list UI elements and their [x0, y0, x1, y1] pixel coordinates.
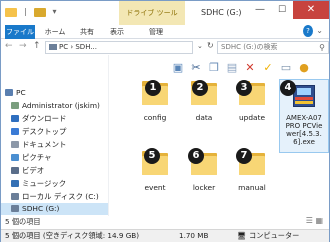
sidebar-item-videos[interactable]: ビデオ [11, 165, 44, 177]
sidebar-item-local-disk[interactable]: ローカル ディスク (C:) [11, 191, 99, 203]
file-name: event [144, 183, 166, 192]
usb-drive-icon [49, 44, 57, 50]
status-summary: 5 個の項目 (空きディスク領域: 14.9 GB) [5, 231, 139, 240]
tab-manage[interactable]: 管理 [137, 25, 175, 39]
callout-badge: 6 [188, 148, 204, 164]
tab-share[interactable]: 共有 [73, 25, 101, 39]
sidebar-item-pc[interactable]: PC [5, 87, 26, 99]
callout-badge: 3 [236, 80, 252, 96]
sidebar-item-pictures[interactable]: ピクチャ [11, 152, 52, 164]
callout-badge: 7 [236, 148, 252, 164]
forward-arrow-icon[interactable]: → [19, 41, 27, 51]
user-folder-icon [11, 102, 19, 109]
separator-icon: | [24, 7, 27, 16]
help-icon[interactable]: ? [303, 25, 313, 37]
download-icon [11, 115, 19, 122]
view-icon[interactable]: ▣ [171, 61, 185, 75]
address-bar-row: ← → ↑ PC › SDH... ⌄ ↻ SDHC (G:)の検索 ⚲ [1, 39, 329, 55]
drive-tools-context-tab[interactable]: ドライブ ツール [119, 1, 185, 25]
search-input[interactable]: SDHC (G:)の検索 ⚲ [217, 41, 329, 54]
computer-icon: 🖥 [237, 231, 247, 240]
chevron-down-icon[interactable]: ⌄ [316, 26, 323, 35]
navigation-pane: PC Administrator (jskim) ダウンロード デスクトップ ド… [1, 55, 109, 216]
address-field[interactable]: PC › SDH... [45, 41, 193, 54]
address-history-icon[interactable]: ⌄ [197, 42, 203, 50]
folder-icon [5, 7, 17, 17]
up-arrow-icon[interactable]: ↑ [33, 41, 41, 51]
sidebar-item-user[interactable]: Administrator (jskim) [11, 100, 100, 112]
close-button[interactable]: ✕ [293, 1, 329, 19]
details-view-icon[interactable]: ☰ [306, 216, 313, 225]
copy-icon[interactable]: ❐ [207, 61, 221, 75]
back-arrow-icon[interactable]: ← [5, 41, 13, 51]
new-folder-icon[interactable] [34, 7, 46, 17]
tab-view[interactable]: 表示 [103, 25, 131, 39]
properties-icon[interactable]: ● [297, 61, 311, 75]
large-icons-view-icon[interactable]: ▦ [315, 216, 323, 225]
video-icon [11, 167, 19, 174]
explorer-window: | ▾ ドライブ ツール SDHC (G:) — ☐ ✕ ファイル ホーム 共有… [0, 0, 330, 242]
file-name: data [195, 113, 213, 122]
file-name: locker [192, 183, 216, 192]
file-name: update [238, 113, 266, 122]
quick-access-toolbar: | ▾ [5, 7, 60, 17]
status-location: コンピューター [249, 231, 300, 240]
tab-file[interactable]: ファイル [5, 25, 35, 39]
title-bar: | ▾ ドライブ ツール SDHC (G:) — ☐ ✕ [1, 1, 329, 25]
pc-icon [5, 89, 13, 96]
file-name: manual [238, 183, 266, 192]
checkmark-icon[interactable]: ✓ [261, 61, 275, 75]
status-size: 1.70 MB [179, 231, 209, 240]
picture-icon [11, 154, 19, 161]
window-title: SDHC (G:) [201, 8, 242, 17]
callout-badge: 4 [280, 80, 296, 96]
sidebar-item-sdhc[interactable]: SDHC (G:) [1, 203, 108, 215]
view-toggle[interactable]: ☰ ▦ [306, 216, 323, 225]
minimize-button[interactable]: — [249, 1, 271, 19]
usb-drive-icon [11, 205, 19, 212]
delete-icon[interactable]: ✕ [243, 61, 257, 75]
item-count: 5 個の項目 [5, 217, 41, 226]
status-bar: 5 個の項目 (空きディスク領域: 14.9 GB) 1.70 MB 🖥 コンピ… [1, 229, 329, 242]
document-icon [11, 141, 19, 148]
desktop-icon [11, 128, 19, 135]
callout-badge: 2 [192, 80, 208, 96]
file-name: AMEX-A07 PRO PCVie wer[4.5.3. 6].exe [285, 114, 323, 146]
hard-drive-icon [11, 193, 19, 200]
address-path: PC › SDH... [59, 43, 98, 51]
sidebar-item-desktop[interactable]: デスクトップ [11, 126, 66, 138]
ribbon-tabs: ファイル ホーム 共有 表示 管理 ? ⌄ [1, 25, 329, 39]
callout-badge: 5 [144, 148, 160, 164]
cut-icon[interactable]: ✂ [189, 61, 203, 75]
customize-qat-icon[interactable]: ▾ [49, 7, 60, 17]
callout-badge: 1 [145, 80, 161, 96]
search-icon[interactable]: ⚲ [319, 42, 325, 53]
sidebar-item-downloads[interactable]: ダウンロード [11, 113, 66, 125]
sidebar-item-documents[interactable]: ドキュメント [11, 139, 66, 151]
window-icon[interactable]: ▭ [279, 61, 293, 75]
maximize-button[interactable]: ☐ [271, 1, 293, 19]
tab-home[interactable]: ホーム [39, 25, 71, 39]
search-placeholder: SDHC (G:)の検索 [221, 43, 278, 51]
pane-toolbar: ▣ ✂ ❐ ▤ ✕ ✓ ▭ ● [171, 59, 311, 77]
sidebar-item-music[interactable]: ミュージック [11, 178, 66, 190]
refresh-icon[interactable]: ↻ [207, 41, 214, 50]
music-icon [11, 180, 19, 187]
file-name: config [143, 113, 167, 122]
paste-icon[interactable]: ▤ [225, 61, 239, 75]
